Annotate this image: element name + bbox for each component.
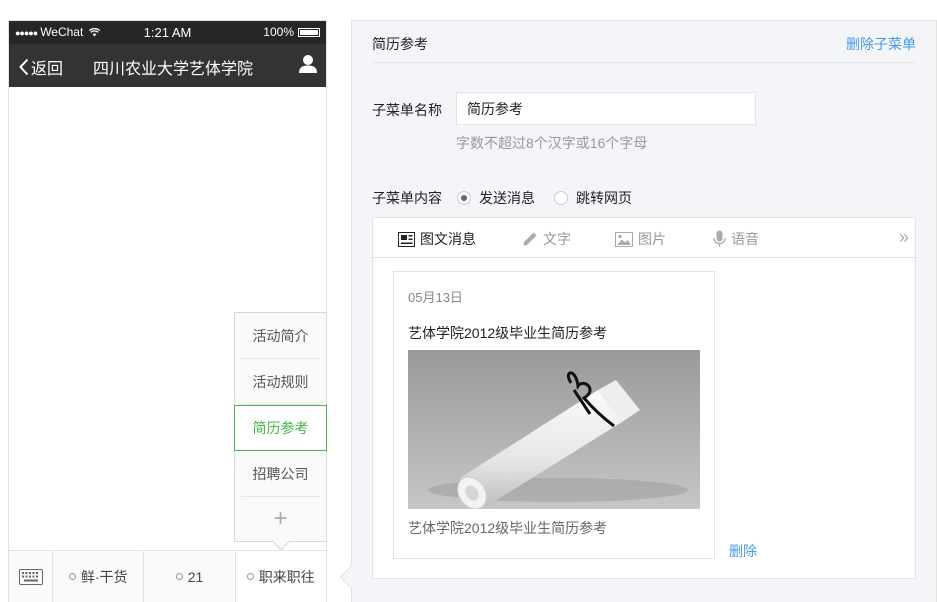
article-title: 艺体学院2012级毕业生简历参考 — [408, 325, 608, 341]
pencil-icon — [523, 232, 537, 246]
keyboard-icon — [18, 568, 43, 585]
microphone-icon — [713, 230, 726, 247]
radio-jump-page[interactable]: 跳转网页 — [554, 188, 632, 208]
tab-voice[interactable]: 语音 — [713, 229, 759, 249]
editor-header: 简历参考 删除子菜单 — [372, 21, 916, 63]
delete-submenu-link[interactable]: 删除子菜单 — [846, 34, 916, 54]
menu-dot-icon — [68, 573, 76, 580]
battery-indicator: 100% — [263, 25, 320, 39]
article-card: 05月13日 艺体学院2012级毕业生简历参考 艺体学院2012级毕业生简历参考 — [393, 271, 715, 559]
tab-news[interactable]: 图文消息 — [398, 229, 476, 249]
menu-tab-1[interactable]: 鲜·干货 — [53, 551, 145, 602]
content-label: 子菜单内容 — [372, 190, 442, 206]
news-icon — [398, 231, 415, 247]
article-cover-image — [408, 350, 700, 509]
submenu-item-activity-intro[interactable]: 活动简介 — [241, 313, 320, 359]
submenu-name-input[interactable] — [456, 92, 756, 125]
back-button[interactable]: 返回 — [19, 55, 63, 79]
radio-unchecked-icon — [554, 191, 568, 205]
keyboard-toggle[interactable] — [9, 551, 53, 602]
tab-voice-label: 语音 — [731, 231, 759, 247]
article-date: 05月13日 — [408, 290, 463, 305]
chevron-left-icon — [19, 58, 29, 76]
tab-image-label: 图片 — [638, 231, 666, 247]
submenu-popup: 活动简介 活动规则 简历参考 招聘公司 + — [234, 312, 327, 551]
user-icon[interactable] — [298, 54, 318, 79]
tab-text[interactable]: 文字 — [522, 229, 571, 249]
tab-news-label: 图文消息 — [420, 231, 476, 247]
submenu-editor-panel: 简历参考 删除子菜单 子菜单名称 字数不超过8个汉字或16个字母 子菜单内容 发… — [339, 20, 937, 602]
battery-percent: 100% — [263, 25, 294, 39]
radio-send-label: 发送消息 — [479, 190, 535, 206]
tab-image[interactable]: 图片 — [615, 229, 666, 249]
menu-tab-label: 鲜·干货 — [80, 568, 128, 585]
menu-tab-label: 职来职往 — [258, 568, 315, 585]
menu-bar: 鲜·干货 21 职来职往 — [9, 550, 326, 602]
editor-title: 简历参考 — [372, 36, 428, 52]
message-content-box: 图文消息 文字 图片 语音 » 05月13日 艺体学院2012级毕业生简历参考 … — [372, 217, 916, 579]
radio-link-label: 跳转网页 — [576, 190, 632, 206]
tab-text-label: 文字 — [543, 231, 571, 247]
phone-nav-bar: 返回 四川农业大学艺体学院 — [9, 44, 326, 87]
delete-article-link[interactable]: 删除 — [729, 541, 757, 561]
menu-tab-label: 21 — [187, 568, 204, 585]
back-label: 返回 — [31, 61, 64, 78]
battery-icon — [298, 27, 320, 37]
menu-dot-icon — [175, 573, 183, 580]
submenu-item-hiring-companies[interactable]: 招聘公司 — [241, 451, 320, 497]
message-type-tabs: 图文消息 文字 图片 语音 » — [373, 218, 915, 258]
menu-dot-icon — [246, 573, 254, 580]
radio-checked-icon — [457, 191, 471, 205]
account-title: 四川农业大学艺体学院 — [93, 61, 254, 78]
status-bar: ●●●●● WeChat 1:21 AM 100% — [9, 21, 326, 44]
menu-tab-3[interactable]: 职来职往 — [235, 551, 326, 602]
panel-pointer — [339, 565, 363, 589]
phone-preview: ●●●●●WeChat 1:21 AM 100% 返回 四川农业大学艺体学院 — [8, 20, 327, 602]
name-hint: 字数不超过8个汉字或16个字母 — [456, 135, 648, 151]
menu-tab-2[interactable]: 21 — [144, 551, 236, 602]
submenu-item-resume-reference[interactable]: 简历参考 — [234, 405, 327, 451]
radio-send-message[interactable]: 发送消息 — [457, 188, 535, 208]
submenu-item-activity-rules[interactable]: 活动规则 — [241, 359, 320, 405]
article-digest: 艺体学院2012级毕业生简历参考 — [408, 520, 608, 536]
image-icon — [615, 231, 633, 247]
name-label: 子菜单名称 — [372, 102, 442, 118]
more-tabs-icon[interactable]: » — [899, 227, 909, 248]
